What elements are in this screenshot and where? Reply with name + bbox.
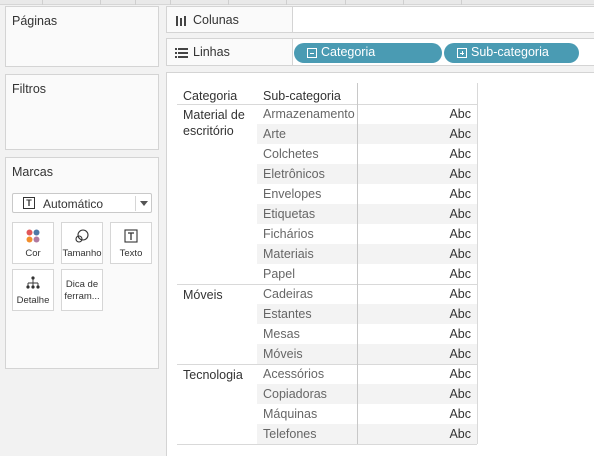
color-icon (13, 228, 53, 244)
subcategory-cell[interactable]: Telefones (263, 427, 317, 441)
color-button-label: Cor (25, 248, 41, 259)
text-mark-cell[interactable]: Abc (449, 267, 471, 281)
text-icon (111, 228, 151, 244)
table-bottom-border (177, 444, 477, 445)
detail-icon (13, 275, 53, 291)
subcategory-cell[interactable]: Mesas (263, 327, 300, 341)
text-mark-cell[interactable]: Abc (449, 287, 471, 301)
text-mark-cell[interactable]: Abc (449, 107, 471, 121)
text-mark-cell[interactable]: Abc (449, 347, 471, 361)
tooltip-label-line2: ferram... (64, 291, 100, 302)
column-divider (357, 83, 358, 444)
detail-button[interactable]: Detalhe (12, 269, 54, 311)
top-toolbar-strip (0, 0, 594, 5)
category-label-line2: escritório (183, 124, 234, 138)
subcategory-cell[interactable]: Papel (263, 267, 295, 281)
collapse-icon[interactable] (307, 48, 317, 58)
filters-card[interactable]: Filtros (5, 74, 159, 150)
subcategory-cell[interactable]: Fichários (263, 227, 314, 241)
pill-sub-categoria-label: Sub-categoria (471, 45, 549, 59)
text-mark-cell[interactable]: Abc (449, 127, 471, 141)
category-label-line1: Móveis (183, 288, 223, 302)
pill-categoria[interactable]: Categoria (294, 43, 442, 63)
subcategory-cell[interactable]: Armazenamento (263, 107, 355, 121)
subcategory-cell[interactable]: Copiadoras (263, 387, 327, 401)
text-mark-cell[interactable]: Abc (449, 187, 471, 201)
pages-title: Páginas (12, 14, 58, 28)
text-mark-icon: T (23, 197, 35, 209)
chevron-down-icon (140, 201, 148, 206)
text-mark-cell[interactable]: Abc (449, 207, 471, 221)
category-label-line1: Material de (183, 108, 245, 122)
header-subcategory: Sub-categoria (263, 89, 341, 103)
subcategory-cell[interactable]: Móveis (263, 347, 303, 361)
rows-shelf-label: Linhas (166, 38, 293, 66)
tooltip-button[interactable]: Dica de ferram... (61, 269, 103, 311)
marks-title: Marcas (12, 165, 53, 179)
rows-shelf[interactable]: Categoria Sub-categoria (292, 38, 594, 66)
mark-type-dropdown[interactable]: T Automático (12, 193, 152, 213)
tooltip-label-line1: Dica de (65, 279, 99, 290)
filters-title: Filtros (12, 82, 47, 96)
subcategory-cell[interactable]: Cadeiras (263, 287, 313, 301)
category-cell[interactable]: Móveis (183, 287, 259, 303)
subcategory-cell[interactable]: Materiais (263, 247, 314, 261)
subcategory-cell[interactable]: Acessórios (263, 367, 324, 381)
subcategory-cell[interactable]: Arte (263, 127, 286, 141)
size-button-label: Tamanho (62, 248, 102, 259)
text-mark-cell[interactable]: Abc (449, 247, 471, 261)
pages-card[interactable]: Páginas (5, 6, 159, 67)
size-button[interactable]: Tamanho (61, 222, 103, 264)
columns-label: Colunas (193, 13, 239, 27)
rows-icon (175, 46, 188, 64)
color-button[interactable]: Cor (12, 222, 54, 264)
marks-card: Marcas T Automático Cor Tamanho Texto De… (5, 157, 159, 369)
text-mark-cell[interactable]: Abc (449, 407, 471, 421)
text-mark-cell[interactable]: Abc (449, 327, 471, 341)
columns-shelf[interactable] (292, 6, 594, 33)
columns-icon (175, 14, 187, 32)
subcategory-cell[interactable]: Eletrônicos (263, 167, 325, 181)
subcategory-cell[interactable]: Estantes (263, 307, 312, 321)
table-right-border (477, 83, 478, 444)
text-button[interactable]: Texto (110, 222, 152, 264)
text-mark-cell[interactable]: Abc (449, 147, 471, 161)
subcategory-cell[interactable]: Máquinas (263, 407, 317, 421)
size-icon (62, 228, 102, 244)
header-category: Categoria (183, 89, 238, 103)
category-divider (177, 364, 477, 365)
rows-label: Linhas (193, 45, 230, 59)
pill-categoria-label: Categoria (321, 45, 376, 59)
text-mark-cell[interactable]: Abc (449, 367, 471, 381)
row-band (257, 124, 477, 144)
text-button-label: Texto (119, 248, 143, 259)
subcategory-cell[interactable]: Envelopes (263, 187, 321, 201)
tooltip-button-label: Dica de ferram... (62, 279, 102, 303)
text-mark-cell[interactable]: Abc (449, 227, 471, 241)
subcategory-cell[interactable]: Colchetes (263, 147, 319, 161)
text-mark-cell[interactable]: Abc (449, 387, 471, 401)
header-divider (177, 104, 477, 105)
category-label-line1: Tecnologia (183, 368, 243, 382)
category-divider (177, 284, 477, 285)
pill-sub-categoria[interactable]: Sub-categoria (444, 43, 579, 63)
text-mark-cell[interactable]: Abc (449, 167, 471, 181)
expand-icon[interactable] (457, 48, 467, 58)
subcategory-cell[interactable]: Etiquetas (263, 207, 315, 221)
category-cell[interactable]: Tecnologia (183, 367, 259, 383)
category-cell[interactable]: Material de escritório (183, 107, 259, 139)
columns-shelf-label: Colunas (166, 6, 293, 33)
text-mark-cell[interactable]: Abc (449, 427, 471, 441)
worksheet-view[interactable]: Categoria Sub-categoria Armazenamento Abc… (166, 72, 594, 456)
detail-button-label: Detalhe (16, 295, 50, 306)
text-mark-cell[interactable]: Abc (449, 307, 471, 321)
crosstab: Categoria Sub-categoria Armazenamento Abc… (177, 83, 478, 445)
mark-type-value: Automático (43, 197, 104, 211)
